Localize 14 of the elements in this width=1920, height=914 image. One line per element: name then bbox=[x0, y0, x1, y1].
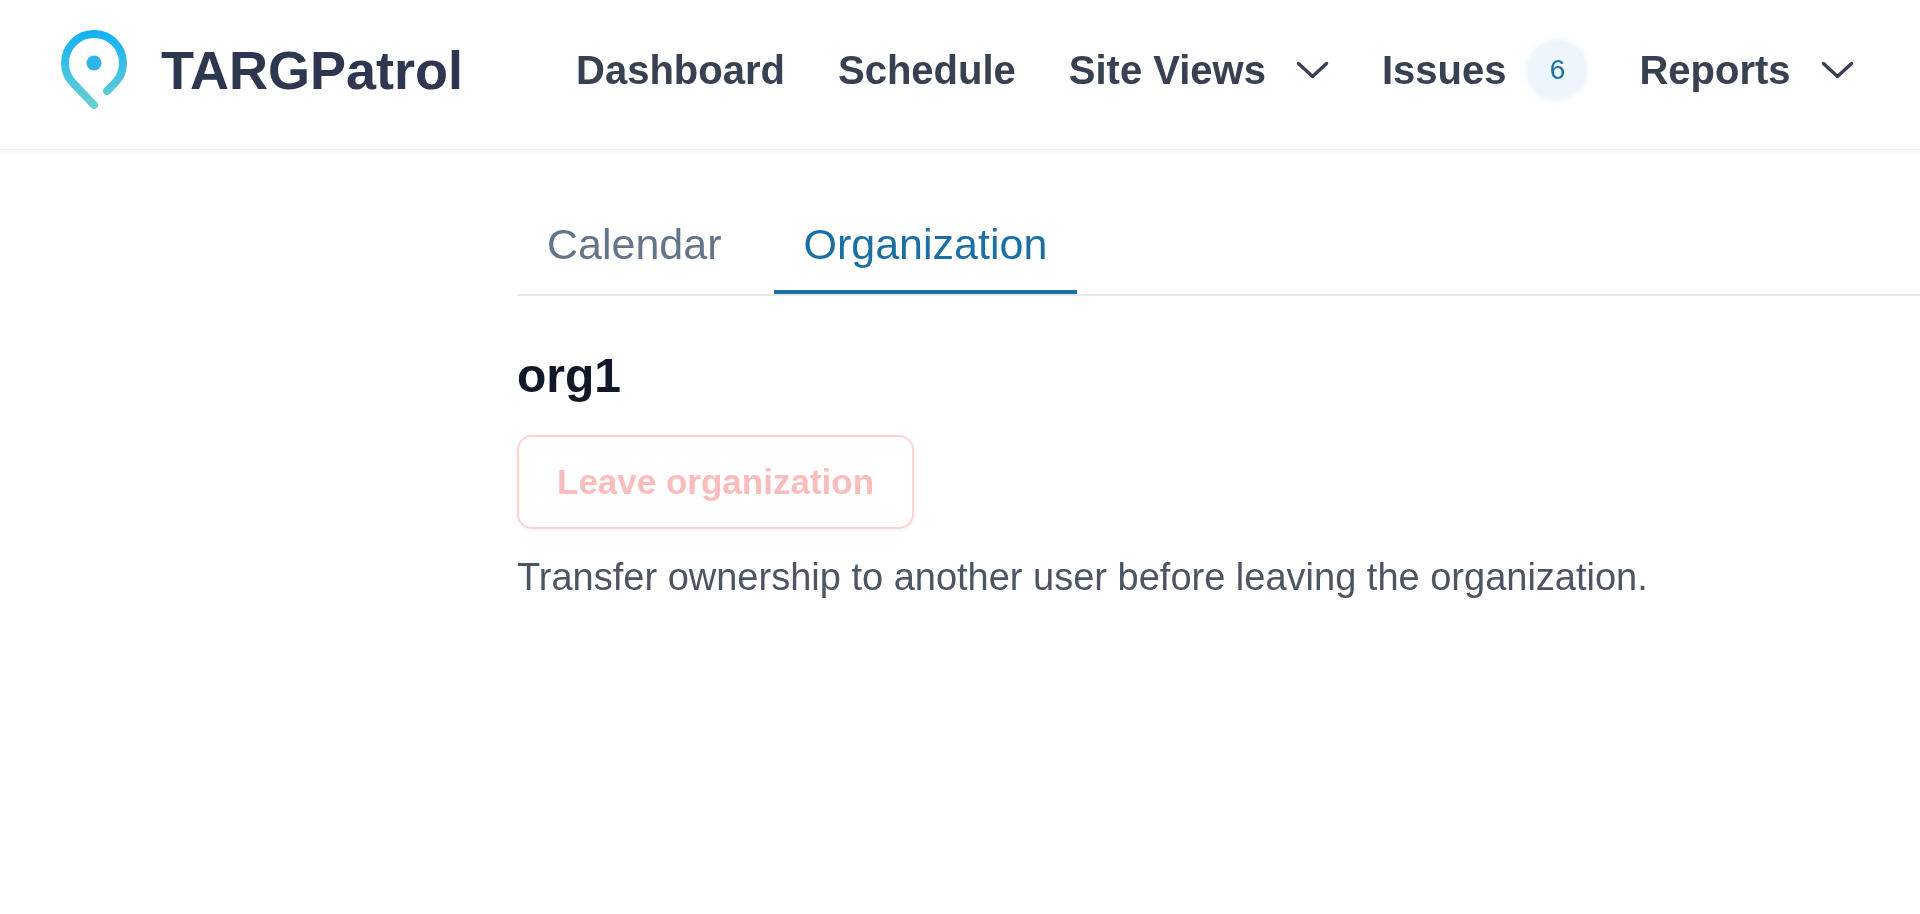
nav-link[interactable]: Schedule bbox=[837, 45, 1016, 94]
tab[interactable]: Organization bbox=[773, 219, 1078, 294]
chevron-down-icon bbox=[1295, 60, 1329, 79]
nav-link[interactable]: Dashboard bbox=[576, 45, 785, 94]
nav-dropdown[interactable]: Reports bbox=[1639, 45, 1854, 94]
tab[interactable]: Calendar bbox=[517, 219, 752, 294]
chevron-down-icon bbox=[1820, 60, 1854, 79]
location-pin-icon bbox=[61, 29, 127, 110]
brand-name: TARGPatrol bbox=[161, 38, 463, 102]
organization-name: org1 bbox=[517, 348, 622, 404]
count-badge: 6 bbox=[1528, 40, 1587, 99]
nav-dropdown[interactable]: Site Views bbox=[1068, 45, 1329, 94]
help-text: Transfer ownership to another user before leaving the organization. bbox=[517, 555, 1649, 600]
nav-link[interactable]: Issues bbox=[1381, 45, 1507, 94]
